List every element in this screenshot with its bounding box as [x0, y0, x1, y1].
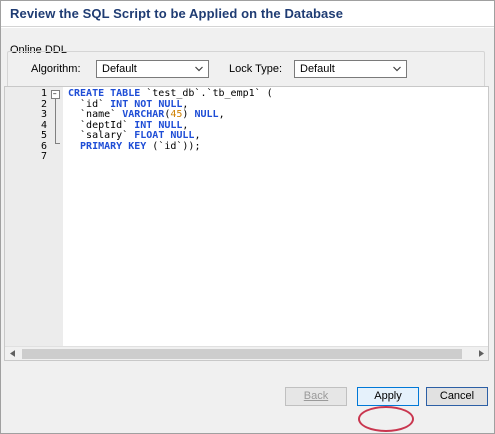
fold-collapse-icon[interactable] [51, 90, 60, 99]
algorithm-select[interactable]: Default [96, 60, 209, 78]
dialog-body: Online DDL Algorithm: Default Lock Type:… [1, 28, 494, 433]
sql-script-editor[interactable]: 1 2 3 4 5 6 7 CREATE TABLE `test_db`.`tb… [4, 86, 489, 361]
code-identifier: `deptId` [68, 119, 135, 131]
chevron-down-icon [195, 66, 203, 72]
line-number: 5 [40, 130, 47, 141]
cancel-button-label: Cancel [439, 390, 475, 402]
cancel-button[interactable]: Cancel [426, 387, 488, 406]
scroll-left-icon[interactable] [5, 347, 19, 361]
code-keyword: CREATE TABLE [68, 88, 141, 99]
line-number: 1 [40, 88, 47, 99]
chevron-down-icon [393, 66, 401, 72]
fold-guide-line [55, 99, 56, 143]
code-keyword: INT NULL [134, 119, 183, 131]
code-number: 45 [170, 109, 183, 120]
back-button[interactable]: Back [285, 387, 347, 406]
scrollbar-thumb[interactable] [22, 349, 462, 359]
code-keyword: INT NOT NULL [110, 98, 183, 110]
fold-guide-end [55, 143, 60, 144]
dialog-header: Review the SQL Script to be Applied on t… [1, 1, 494, 27]
page-title: Review the SQL Script to be Applied on t… [10, 6, 344, 21]
back-button-label: Back [303, 390, 329, 402]
code-text: ) [182, 109, 195, 120]
line-number: 3 [40, 109, 47, 120]
line-number: 7 [40, 151, 47, 162]
chevron-left-icon [9, 350, 15, 357]
horizontal-scrollbar[interactable] [5, 346, 488, 360]
code-keyword: VARCHAR [122, 109, 165, 120]
lock-type-select-value: Default [300, 63, 335, 75]
code-text: `test_db`.`tb_emp1` ( [140, 88, 273, 99]
line-numbers: 1 2 3 4 5 6 7 [5, 88, 47, 163]
code-identifier: `name` [68, 109, 123, 120]
algorithm-label: Algorithm: [31, 63, 81, 75]
apply-button-label: Apply [374, 390, 402, 402]
sql-code: CREATE TABLE `test_db`.`tb_emp1` ( `id` … [68, 88, 273, 163]
editor-gutter: 1 2 3 4 5 6 7 [5, 87, 63, 346]
code-text: , [182, 119, 189, 131]
minus-icon [53, 93, 57, 95]
chevron-right-icon [478, 350, 484, 357]
apply-button[interactable]: Apply [357, 387, 419, 406]
lock-type-label: Lock Type: [229, 63, 282, 75]
code-text: , [194, 130, 201, 141]
review-sql-dialog: Review the SQL Script to be Applied on t… [0, 0, 495, 434]
code-text: , [182, 98, 189, 110]
scroll-right-icon[interactable] [474, 347, 488, 361]
code-keyword: PRIMARY KEY [68, 140, 147, 152]
code-identifier: `salary` [68, 130, 135, 141]
code-text: , [218, 109, 225, 120]
code-keyword: FLOAT NULL [134, 130, 195, 141]
lock-type-select[interactable]: Default [294, 60, 407, 78]
code-keyword: NULL [194, 109, 219, 120]
code-identifier: `id` [68, 98, 111, 110]
algorithm-select-value: Default [102, 63, 137, 75]
code-line-6: PRIMARY KEY (`id`)); [68, 140, 273, 153]
code-text: (`id`)); [146, 140, 201, 152]
